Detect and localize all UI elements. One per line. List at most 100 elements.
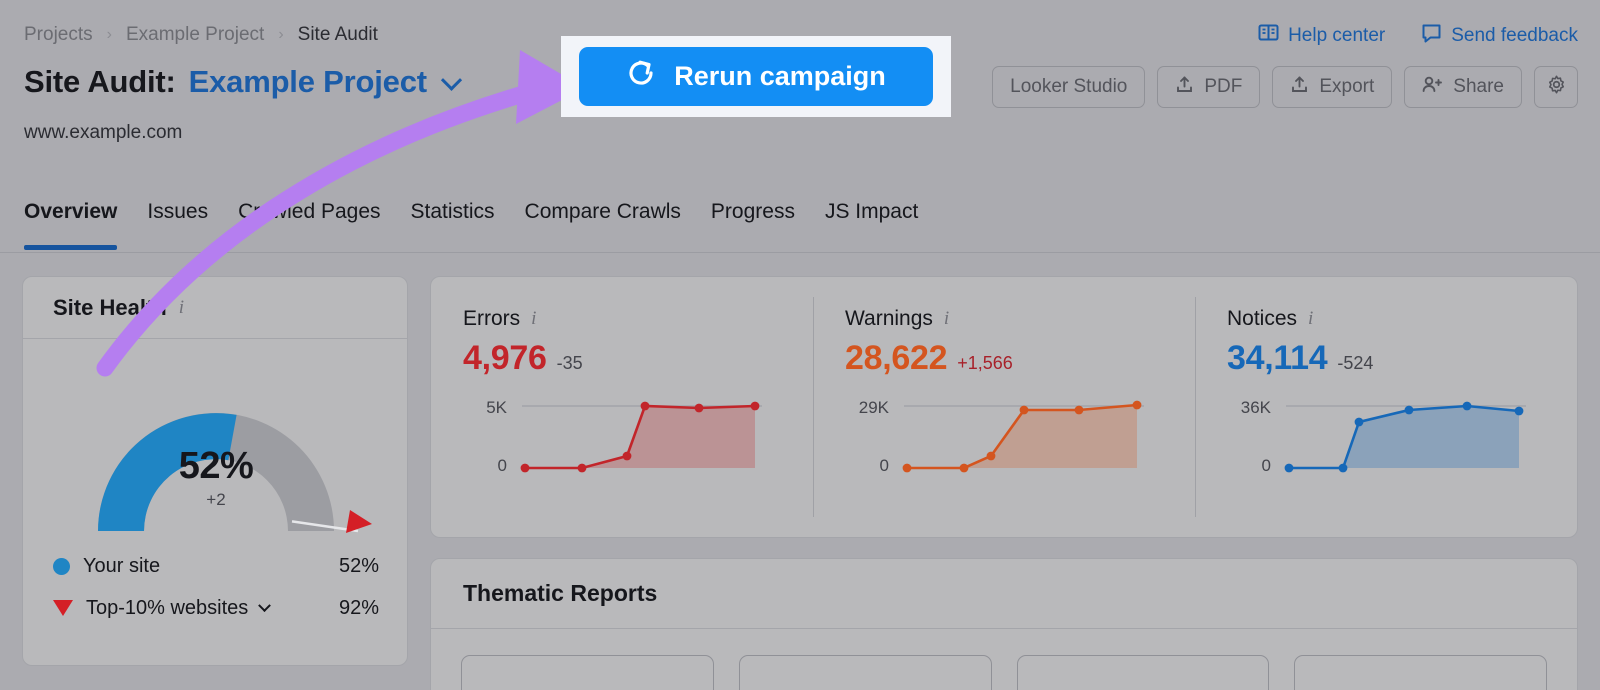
- thematic-reports-grid: [431, 629, 1577, 690]
- tab-issues[interactable]: Issues: [147, 200, 208, 250]
- chevron-down-icon[interactable]: [258, 598, 272, 612]
- tab-progress[interactable]: Progress: [711, 200, 795, 250]
- legend-item-top-10-websites[interactable]: Top-10% websites 92%: [53, 587, 379, 629]
- tab-bar-divider: [0, 252, 1600, 253]
- person-add-icon: [1422, 75, 1443, 100]
- top-links: Help center Send feedback: [1258, 22, 1578, 49]
- info-icon[interactable]: i: [944, 308, 949, 330]
- metric-value-row: 4,976 -35: [463, 339, 813, 378]
- site-health-gauge: 52% +2: [23, 361, 409, 561]
- metric-delta: -35: [556, 353, 583, 373]
- site-url: www.example.com: [24, 122, 183, 143]
- metric-header: Notices i: [1227, 307, 1577, 331]
- metric-errors[interactable]: Errors i 4,976 -35 5K 0: [431, 277, 813, 537]
- send-feedback-label: Send feedback: [1451, 24, 1578, 46]
- thematic-report-item[interactable]: [1294, 655, 1547, 690]
- rerun-campaign-highlight: Rerun campaign: [561, 36, 951, 117]
- legend-dot-icon: [53, 557, 70, 575]
- metric-label: Warnings: [845, 307, 933, 330]
- tab-overview[interactable]: Overview: [24, 200, 118, 250]
- book-icon: [1258, 22, 1279, 49]
- sparkline-warnings: [902, 400, 1144, 473]
- metric-sparkline: 36K 0: [1227, 398, 1577, 476]
- upload-icon: [1175, 75, 1194, 100]
- site-health-legend: Your site 52% Top-10% websites 92%: [53, 545, 379, 629]
- toolbar: Looker Studio PDF Export Share: [992, 66, 1578, 108]
- sparkline-axis: 5K 0: [463, 398, 517, 476]
- site-health-card: Site Health i 52% +2 Your site 52% Top-1…: [22, 276, 408, 666]
- axis-tick-low: 0: [497, 456, 507, 475]
- sparkline-errors: [520, 401, 762, 473]
- thematic-report-item[interactable]: [1016, 655, 1270, 690]
- sparkline-axis: 29K 0: [845, 398, 899, 476]
- refresh-icon: [626, 58, 656, 95]
- thematic-report-item[interactable]: [461, 655, 714, 690]
- pdf-button[interactable]: PDF: [1157, 66, 1261, 108]
- metric-value: 4,976: [463, 339, 547, 377]
- looker-studio-button[interactable]: Looker Studio: [992, 66, 1146, 108]
- tab-statistics[interactable]: Statistics: [411, 200, 495, 250]
- site-health-gauge-center: 52% +2: [23, 445, 409, 510]
- gear-icon: [1546, 74, 1567, 101]
- metric-label: Errors: [463, 307, 521, 330]
- looker-studio-label: Looker Studio: [1010, 76, 1128, 97]
- help-center-label: Help center: [1288, 24, 1386, 46]
- thematic-reports-header: Thematic Reports: [431, 559, 1577, 629]
- legend-label: Your site: [83, 554, 161, 577]
- sparkline-notices: [1284, 401, 1526, 473]
- axis-tick-high: 29K: [858, 398, 889, 417]
- settings-button[interactable]: [1534, 66, 1578, 108]
- help-center-link[interactable]: Help center: [1258, 22, 1385, 49]
- thematic-reports-card: Thematic Reports: [430, 558, 1578, 690]
- upload-icon: [1290, 75, 1309, 100]
- legend-item-your-site: Your site 52%: [53, 545, 379, 587]
- thematic-report-item[interactable]: [738, 655, 992, 690]
- breadcrumb-item-projects[interactable]: Projects: [24, 24, 93, 46]
- axis-tick-high: 36K: [1240, 398, 1271, 417]
- send-feedback-link[interactable]: Send feedback: [1421, 22, 1578, 49]
- metric-header: Errors i: [463, 307, 813, 331]
- share-button[interactable]: Share: [1404, 66, 1522, 108]
- page-title-prefix: Site Audit:: [24, 64, 176, 99]
- metric-delta: +1,566: [957, 353, 1013, 373]
- legend-value: 92%: [338, 596, 379, 619]
- rerun-campaign-label: Rerun campaign: [674, 61, 886, 91]
- metric-notices[interactable]: Notices i 34,114 -524 36K 0: [1195, 277, 1577, 537]
- legend-triangle-icon: [53, 600, 73, 616]
- metric-value-row: 34,114 -524: [1227, 339, 1577, 378]
- breadcrumb-item-example-project[interactable]: Example Project: [126, 24, 264, 46]
- metric-label: Notices: [1227, 307, 1298, 330]
- project-selector-label[interactable]: Example Project: [189, 64, 427, 100]
- axis-tick-high: 5K: [486, 398, 507, 417]
- site-health-header: Site Health i: [23, 277, 407, 339]
- site-health-title: Site Health: [53, 294, 167, 320]
- site-health-value: 52%: [178, 445, 254, 487]
- metric-header: Warnings i: [845, 307, 1195, 331]
- metric-sparkline: 29K 0: [845, 398, 1195, 476]
- tab-compare-crawls[interactable]: Compare Crawls: [525, 200, 681, 250]
- sparkline-axis: 36K 0: [1227, 398, 1281, 476]
- export-button[interactable]: Export: [1272, 66, 1393, 108]
- info-icon[interactable]: i: [1308, 308, 1313, 330]
- axis-tick-low: 0: [879, 456, 889, 475]
- site-audit-overview-page: Projects › Example Project › Site Audit …: [0, 0, 1600, 690]
- metric-warnings[interactable]: Warnings i 28,622 +1,566 29K 0: [813, 277, 1195, 537]
- breadcrumb-separator-icon: ›: [106, 26, 112, 43]
- rerun-campaign-button[interactable]: Rerun campaign: [579, 47, 933, 106]
- thematic-reports-title: Thematic Reports: [463, 580, 658, 606]
- export-label: Export: [1319, 76, 1375, 97]
- info-icon[interactable]: i: [179, 297, 184, 319]
- page-title: Site Audit: Example Project: [24, 64, 462, 100]
- site-health-delta: +2: [206, 490, 226, 509]
- axis-tick-low: 0: [1261, 456, 1271, 475]
- metric-delta: -524: [1337, 353, 1374, 373]
- metrics-card: Errors i 4,976 -35 5K 0 Warnings i 28,62…: [430, 276, 1578, 538]
- tab-js-impact[interactable]: JS Impact: [825, 200, 918, 250]
- metric-value: 34,114: [1227, 339, 1328, 377]
- breadcrumb: Projects › Example Project › Site Audit: [24, 24, 378, 46]
- breadcrumb-separator-icon: ›: [278, 26, 284, 43]
- metric-sparkline: 5K 0: [463, 398, 813, 476]
- tab-crawled-pages[interactable]: Crawled Pages: [238, 200, 380, 250]
- chevron-down-icon[interactable]: [440, 69, 462, 91]
- info-icon[interactable]: i: [531, 308, 536, 330]
